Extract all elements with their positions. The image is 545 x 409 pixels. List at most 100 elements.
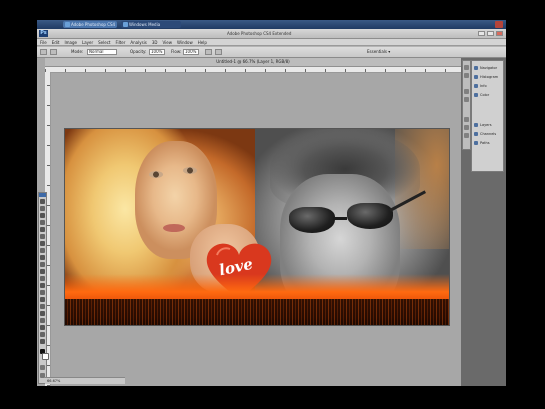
desktop-screen: Adobe Photoshop CS4 Windows Media Ps Ado… — [37, 20, 506, 386]
mode-select[interactable]: Normal — [87, 49, 117, 55]
app-logo: Ps — [39, 30, 48, 37]
close-icon[interactable] — [495, 21, 503, 28]
path-selection-tool-icon[interactable] — [40, 311, 45, 316]
panel-item-channels[interactable]: Channels — [473, 130, 503, 138]
lasso-tool-icon[interactable] — [40, 213, 45, 218]
tools-panel — [38, 192, 49, 384]
panel-icon-strip — [462, 60, 471, 150]
panel-item-paths[interactable]: Paths — [473, 139, 503, 147]
sunglasses-left-lens — [289, 207, 335, 233]
info-icon — [474, 84, 478, 88]
status-bar: 66.67% — [45, 377, 125, 384]
menu-filter[interactable]: Filter — [115, 39, 125, 45]
zoom-tool-icon[interactable] — [40, 339, 45, 344]
panel-item-color[interactable]: Color — [473, 91, 503, 99]
eraser-tool-icon[interactable] — [40, 269, 45, 274]
navigator-icon — [474, 66, 478, 70]
menu-help[interactable]: Help — [198, 39, 207, 45]
panel-item-label: Layers — [480, 123, 492, 127]
dodge-tool-icon[interactable] — [40, 290, 45, 295]
opacity-field[interactable]: 100% — [149, 49, 165, 55]
tablet-pressure-icon[interactable] — [215, 49, 222, 55]
blur-tool-icon[interactable] — [40, 283, 45, 288]
menu-view[interactable]: View — [163, 39, 173, 45]
maximize-button[interactable] — [487, 31, 494, 36]
airbrush-icon[interactable] — [205, 49, 212, 55]
brush-preset-icon[interactable] — [50, 49, 57, 55]
magic-wand-tool-icon[interactable] — [40, 220, 45, 225]
crop-tool-icon[interactable] — [40, 227, 45, 232]
shape-tool-icon[interactable] — [40, 318, 45, 323]
brush-tool-icon[interactable] — [40, 248, 45, 253]
tools-panel-header[interactable] — [39, 193, 46, 197]
background-color-swatch[interactable] — [42, 353, 49, 360]
workspace-switcher[interactable]: Essentials ▾ — [367, 47, 390, 57]
gradient-tool-icon[interactable] — [40, 276, 45, 281]
panel-list: Navigator Histogram Info Color Layers Ch… — [471, 60, 504, 172]
panel-item-layers[interactable]: Layers — [473, 121, 503, 129]
photoshop-icon — [65, 22, 70, 27]
panel-item-histogram[interactable]: Histogram — [473, 73, 503, 81]
zoom-level[interactable]: 66.67% — [47, 379, 60, 383]
histogram-icon — [474, 75, 478, 79]
panel-item-label: Paths — [480, 141, 490, 145]
paths-icon[interactable] — [464, 133, 469, 138]
panel-item-navigator[interactable]: Navigator — [473, 64, 503, 72]
flow-label: Flow: — [171, 49, 182, 54]
panel-item-label: Histogram — [480, 75, 499, 79]
menu-image[interactable]: Image — [64, 39, 77, 45]
healing-tool-icon[interactable] — [40, 241, 45, 246]
color-icon[interactable] — [464, 97, 469, 102]
menu-select[interactable]: Select — [98, 39, 110, 45]
menu-bar: File Edit Image Layer Select Filter Anal… — [37, 39, 506, 46]
navigator-icon[interactable] — [464, 65, 469, 70]
flow-field[interactable]: 100% — [183, 49, 199, 55]
channels-icon — [474, 132, 478, 136]
panel-item-label: Info — [480, 84, 487, 88]
taskbar-tab-label: Windows Media — [129, 22, 161, 27]
clone-stamp-tool-icon[interactable] — [40, 255, 45, 260]
mode-label: Mode: — [71, 49, 84, 54]
info-icon[interactable] — [464, 89, 469, 94]
channels-icon[interactable] — [464, 125, 469, 130]
sunglasses-right-lens — [347, 203, 393, 229]
menu-edit[interactable]: Edit — [52, 39, 60, 45]
pen-tool-icon[interactable] — [40, 297, 45, 302]
horizontal-ruler — [45, 67, 461, 73]
eyedropper-tool-icon[interactable] — [40, 234, 45, 239]
girl-right-eye — [183, 167, 197, 174]
minimize-button[interactable] — [478, 31, 485, 36]
type-tool-icon[interactable] — [40, 304, 45, 309]
layers-icon[interactable] — [464, 117, 469, 122]
3d-rotate-tool-icon[interactable] — [40, 325, 45, 330]
application-bar: Ps Adobe Photoshop CS4 Extended — [37, 29, 506, 39]
histogram-icon[interactable] — [464, 73, 469, 78]
window-close-button[interactable] — [496, 31, 503, 36]
document-canvas[interactable]: love — [65, 129, 449, 325]
panel-item-label: Navigator — [480, 66, 498, 70]
layers-icon — [474, 123, 478, 127]
brush-tool-icon[interactable] — [40, 49, 47, 55]
panel-item-label: Color — [480, 93, 490, 97]
color-icon — [474, 93, 478, 97]
sunglasses-bridge — [333, 217, 347, 220]
hand-tool-icon[interactable] — [40, 332, 45, 337]
panel-item-info[interactable]: Info — [473, 82, 503, 90]
taskbar-tab-photoshop[interactable]: Adobe Photoshop CS4 — [63, 21, 117, 28]
document-tab[interactable]: Untitled-1 @ 66.7% (Layer 1, RGB/8) — [45, 58, 461, 66]
panel-item-label: Channels — [480, 132, 497, 136]
move-tool-icon[interactable] — [40, 199, 45, 204]
menu-file[interactable]: File — [40, 39, 47, 45]
marquee-tool-icon[interactable] — [40, 206, 45, 211]
menu-analysis[interactable]: Analysis — [130, 39, 146, 45]
opacity-label: Opacity: — [130, 49, 147, 54]
menu-layer[interactable]: Layer — [82, 39, 93, 45]
history-brush-tool-icon[interactable] — [40, 262, 45, 267]
menu-window[interactable]: Window — [177, 39, 193, 45]
quick-mask-icon[interactable] — [40, 365, 45, 370]
menu-3d[interactable]: 3D — [152, 39, 158, 45]
media-icon — [123, 22, 128, 27]
burnt-grass-silhouette — [65, 299, 449, 325]
taskbar-tab-media[interactable]: Windows Media — [121, 21, 181, 28]
girl-lips — [163, 224, 185, 232]
